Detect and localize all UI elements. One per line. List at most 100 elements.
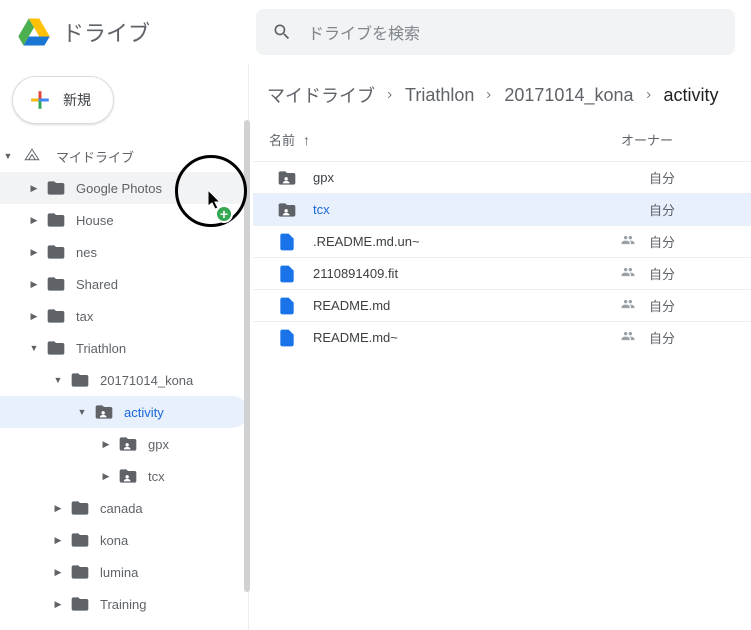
breadcrumb-item[interactable]: 20171014_kona	[504, 85, 633, 106]
folder-icon	[46, 210, 66, 230]
tree-mydrive[interactable]: ▼ マイドライブ	[0, 140, 248, 172]
tree-item[interactable]: ▼ 20171014_kona	[0, 364, 248, 396]
shared-folder-icon	[118, 466, 138, 486]
tree-item[interactable]: ▶ Google Photos	[0, 172, 248, 204]
tree-item[interactable]: ▶ lumina	[0, 556, 248, 588]
chevron-right-icon	[484, 90, 494, 100]
shared-folder-icon	[277, 168, 297, 188]
logo-area: ドライブ	[16, 14, 256, 50]
expand-icon[interactable]: ▶	[28, 247, 40, 258]
folder-icon	[46, 274, 66, 294]
tree-item-label: gpx	[148, 437, 169, 452]
tree-item-label: House	[76, 213, 114, 228]
tree-item-label: lumina	[100, 565, 138, 580]
folder-icon	[70, 562, 90, 582]
app-title: ドライブ	[62, 16, 150, 48]
breadcrumb-item[interactable]: Triathlon	[405, 85, 474, 106]
list-header: 名前 ↑ オーナー	[253, 126, 751, 161]
tree-item[interactable]: ▼ activity	[0, 396, 248, 428]
breadcrumb-item[interactable]: マイドライブ	[267, 82, 375, 108]
file-row[interactable]: 2110891409.fit自分	[253, 257, 751, 289]
tree-item[interactable]: ▶ tcx	[0, 460, 248, 492]
tree-item[interactable]: ▶ Shared	[0, 268, 248, 300]
folder-icon	[70, 370, 90, 390]
expand-icon[interactable]: ▶	[52, 503, 64, 514]
tree-item[interactable]: ▶kona	[0, 524, 248, 556]
file-owner: 自分	[649, 328, 675, 347]
plus-icon	[27, 87, 53, 113]
tree-item[interactable]: ▶ nes	[0, 236, 248, 268]
folder-icon	[70, 498, 90, 518]
tree-item-label: canada	[100, 501, 143, 516]
folder-icon	[46, 242, 66, 262]
shared-folder-icon	[277, 200, 297, 220]
file-name: gpx	[313, 170, 619, 185]
file-icon	[277, 296, 297, 316]
drive-logo-icon	[16, 14, 52, 50]
file-row[interactable]: README.md自分	[253, 289, 751, 321]
collapse-icon[interactable]: ▼	[76, 407, 88, 417]
expand-icon[interactable]: ▶	[28, 183, 40, 194]
chevron-right-icon	[385, 90, 395, 100]
expand-icon[interactable]: ▶	[52, 599, 64, 610]
shared-icon	[619, 233, 637, 247]
file-icon	[277, 232, 297, 252]
search-icon	[272, 22, 292, 42]
tree-item[interactable]: ▶ tax	[0, 300, 248, 332]
file-name: .README.md.un~	[313, 234, 619, 249]
file-icon	[277, 264, 297, 284]
folder-icon	[46, 178, 66, 198]
shared-icon	[619, 329, 637, 343]
file-row[interactable]: tcx 自分	[253, 193, 751, 225]
breadcrumb-item[interactable]: activity	[664, 85, 719, 106]
shared-icon	[619, 265, 637, 279]
tree-item[interactable]: ▼Triathlon	[0, 332, 248, 364]
tree-item[interactable]: ▶ gpx	[0, 428, 248, 460]
tree-item-label: activity	[124, 405, 164, 420]
tree-item-label: Shared	[76, 277, 118, 292]
file-row[interactable]: gpx自分	[253, 161, 751, 193]
folder-tree: ▼ マイドライブ ▶ Google Photos ▶ House ▶ nes ▶ Shared…	[0, 140, 248, 620]
expand-icon[interactable]: ▶	[52, 567, 64, 578]
folder-icon	[70, 530, 90, 550]
file-row[interactable]: .README.md.un~ 自分	[253, 225, 751, 257]
tree-item[interactable]: ▶ Training	[0, 588, 248, 620]
column-owner[interactable]: オーナー	[621, 130, 735, 149]
tree-item-label: tax	[76, 309, 93, 324]
column-name-label: 名前	[269, 130, 295, 149]
tree-item-label: Google Photos	[76, 181, 162, 196]
tree-item-label: nes	[76, 245, 97, 260]
column-name[interactable]: 名前 ↑	[269, 130, 621, 149]
tree-item-label: Training	[100, 597, 146, 612]
expand-icon[interactable]: ▶	[52, 535, 64, 546]
file-row[interactable]: README.md~自分	[253, 321, 751, 353]
expand-icon[interactable]: ▶	[100, 439, 112, 450]
tree-item[interactable]: ▶ canada	[0, 492, 248, 524]
file-owner: 自分	[649, 264, 675, 283]
header: ドライブ ドライブを検索	[0, 0, 751, 64]
collapse-icon[interactable]: ▼	[52, 375, 64, 385]
folder-icon	[70, 594, 90, 614]
file-name: tcx	[313, 202, 619, 217]
file-owner: 自分	[649, 232, 675, 251]
scrollbar[interactable]	[244, 120, 250, 592]
tree-label: マイドライブ	[56, 147, 134, 166]
column-owner-label: オーナー	[621, 133, 673, 148]
tree-item[interactable]: ▶ House	[0, 204, 248, 236]
file-icon	[277, 328, 297, 348]
new-button[interactable]: 新規	[12, 76, 114, 124]
expand-icon[interactable]: ▼	[2, 151, 14, 161]
expand-icon[interactable]: ▶	[28, 215, 40, 226]
file-name: README.md	[313, 298, 619, 313]
file-list: gpx自分tcx自分.README.md.un~自分2110891409.fit…	[253, 161, 751, 353]
search-bar[interactable]: ドライブを検索	[256, 9, 735, 55]
tree-item-label: tcx	[148, 469, 165, 484]
expand-icon[interactable]: ▶	[28, 279, 40, 290]
sort-asc-icon: ↑	[303, 132, 310, 148]
expand-icon[interactable]: ▶	[28, 311, 40, 322]
collapse-icon[interactable]: ▼	[28, 343, 40, 353]
file-owner: 自分	[649, 200, 675, 219]
expand-icon[interactable]: ▶	[100, 471, 112, 482]
breadcrumb: マイドライブ Triathlon 20171014_kona activity	[253, 64, 751, 126]
tree-item-label: 20171014_kona	[100, 373, 193, 388]
